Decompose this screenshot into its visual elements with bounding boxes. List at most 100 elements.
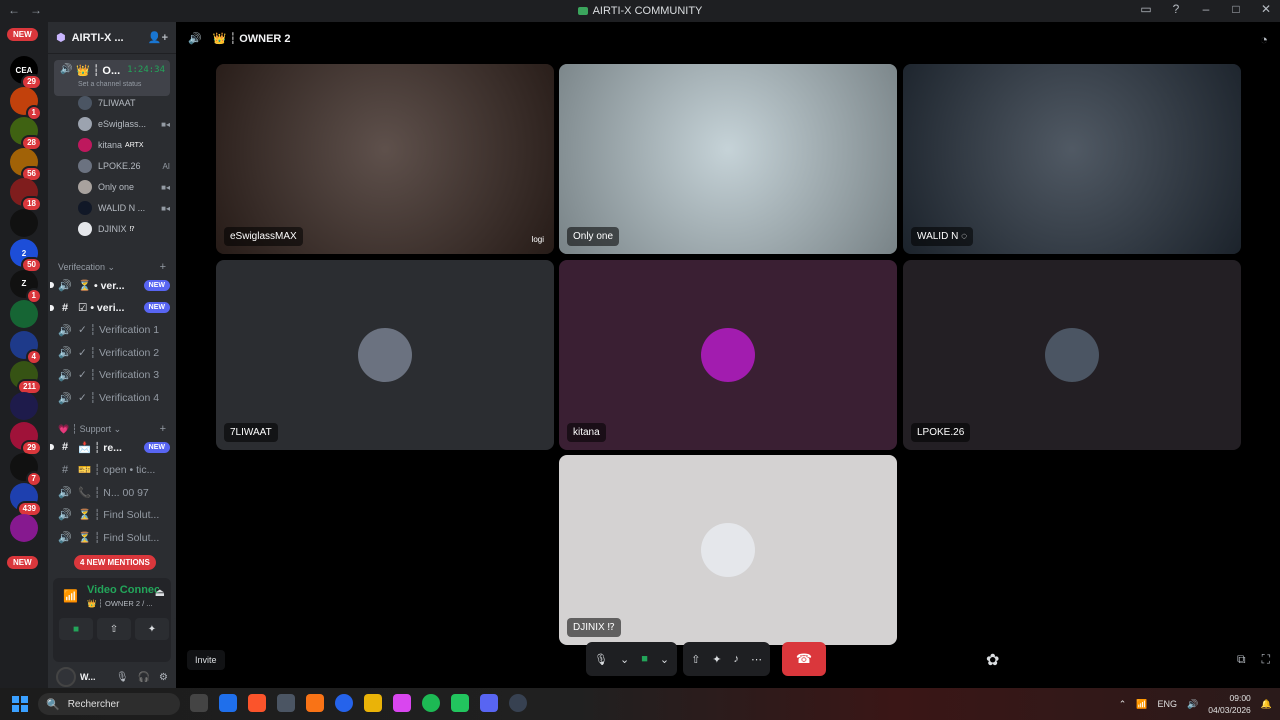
wifi-icon[interactable]: 📶	[1136, 699, 1147, 710]
participant-tile[interactable]: DJINIX ⁉	[559, 455, 897, 645]
channel-status[interactable]: Set a channel status	[78, 81, 141, 88]
server-icon[interactable]	[10, 513, 38, 542]
instagram-icon[interactable]	[393, 694, 411, 712]
close-icon[interactable]: ✕	[1258, 2, 1274, 16]
add-member-icon[interactable]: 👤+	[148, 31, 168, 44]
screen-share-icon[interactable]: ⇧	[97, 618, 131, 640]
server-icon[interactable]	[10, 391, 38, 420]
voice-member[interactable]: DJINIX ⁉	[78, 220, 170, 238]
vlc-icon[interactable]	[306, 694, 324, 712]
voice-member[interactable]: WALID N ... ■◂	[78, 199, 170, 217]
add-channel-icon[interactable]: +	[160, 423, 166, 435]
channel-item[interactable]: 🔊 📞 ┆ N... 00 97	[58, 482, 170, 502]
participant-tile[interactable]: eSwiglassMAX logi	[216, 64, 554, 254]
participant-tile[interactable]: Only one	[559, 64, 897, 254]
settings-gear-icon[interactable]: ⚙	[159, 672, 168, 683]
file-explorer-icon[interactable]	[364, 694, 382, 712]
headphones-icon[interactable]: 🎧	[138, 672, 150, 683]
participant-tile[interactable]: WALID N ◌	[903, 64, 1241, 254]
channel-item[interactable]: 🔊 ✓ ┆ Verification 4	[58, 388, 170, 408]
chrome-icon[interactable]	[335, 694, 353, 712]
activity-launcher-icon[interactable]: ✿	[986, 650, 999, 670]
server-icon[interactable]: 7	[10, 452, 42, 487]
channel-item[interactable]: # 🎫 ┆ open • tic...	[58, 460, 170, 480]
channel-item[interactable]: 🔊 ⏳ • ver... NEW	[50, 275, 170, 295]
mic-options-chevron-icon[interactable]: ⌄	[620, 653, 629, 666]
camera-options-chevron-icon[interactable]: ⌄	[660, 653, 669, 666]
voice-member[interactable]: kitana ARTX	[78, 136, 170, 154]
security-app-icon[interactable]	[219, 694, 237, 712]
hang-up-button[interactable]: ☎	[782, 642, 826, 676]
volume-icon[interactable]: 🔊	[1187, 699, 1198, 710]
server-icon[interactable]: 56	[10, 147, 42, 182]
brave-browser-icon[interactable]	[248, 694, 266, 712]
more-options-icon[interactable]: ⋯	[751, 653, 762, 666]
steam-icon[interactable]	[509, 694, 527, 712]
channel-item[interactable]: 🔊 ✓ ┆ Verification 3	[58, 365, 170, 385]
activities-icon[interactable]: ✦	[135, 618, 169, 640]
voice-channel-link[interactable]: 👑 ┆ OWNER 2 / ...	[87, 599, 153, 608]
task-view-icon[interactable]	[190, 694, 208, 712]
minimize-icon[interactable]: –	[1198, 2, 1214, 16]
channel-item[interactable]: 🔊 ⏳ ┆ Find Solut...	[58, 505, 170, 525]
server-icon[interactable]: 1	[10, 86, 42, 121]
server-header[interactable]: ⬢ AIRTI-X ... 👤+	[48, 22, 176, 54]
fullscreen-icon[interactable]: ⛶	[1262, 652, 1270, 667]
category-verification[interactable]: Verifecation ⌄ +	[58, 261, 166, 273]
server-icon[interactable]	[10, 300, 38, 328]
channel-item[interactable]: # 📩 ┆ re... NEW	[50, 437, 170, 457]
channel-item[interactable]: 🔊 ✓ ┆ Verification 2	[58, 343, 170, 363]
microphone-icon[interactable]: 🎙	[594, 653, 608, 666]
username[interactable]: W...	[80, 672, 100, 682]
start-button[interactable]	[12, 696, 28, 712]
chevron-up-icon[interactable]: ⌃	[1119, 699, 1127, 710]
server-icon[interactable]: 2 50	[10, 239, 42, 273]
activities-icon[interactable]: ✦	[712, 653, 721, 666]
activity-icon[interactable]: ◔	[1260, 32, 1268, 47]
new-pill-top[interactable]: NEW	[7, 28, 38, 41]
channel-item[interactable]: # ☑ • veri... NEW	[50, 298, 170, 318]
screen-share-icon[interactable]: ⇧	[691, 653, 700, 666]
discord-icon[interactable]	[480, 694, 498, 712]
category-support[interactable]: 💗 ┆ Support ⌄ +	[58, 423, 166, 435]
microphone-icon[interactable]: 🎙	[116, 672, 129, 683]
participant-tile[interactable]: LPOKE.26	[903, 260, 1241, 450]
help-icon[interactable]: ?	[1168, 2, 1184, 16]
server-icon[interactable]: 29	[10, 422, 42, 456]
server-icon[interactable]: 28	[10, 117, 42, 151]
new-mentions-badge[interactable]: 4 NEW MENTIONS	[74, 555, 156, 570]
notifications-icon[interactable]: 🔔	[1261, 699, 1272, 710]
camera-icon[interactable]: ■	[641, 653, 648, 665]
active-voice-channel[interactable]: 🔊 👑 ┆ O... 1:24:34 Set a channel status	[54, 60, 170, 96]
voice-member[interactable]: eSwiglass... ■◂	[78, 115, 170, 133]
participant-tile[interactable]: 7LIWAAT	[216, 260, 554, 450]
channel-item[interactable]: 🔊 ⏳ ┆ Find Solut...	[58, 527, 170, 547]
server-icon[interactable]: 18	[10, 178, 42, 212]
camera-icon[interactable]: ■	[59, 618, 93, 640]
voice-member[interactable]: Only one ■◂	[78, 178, 170, 196]
signal-icon[interactable]: 📶	[63, 589, 78, 603]
server-icon[interactable]: 211	[10, 361, 42, 395]
new-pill-bottom[interactable]: NEW	[7, 556, 38, 569]
maximize-icon[interactable]: □	[1228, 2, 1244, 16]
disconnect-icon[interactable]: ⏏	[155, 586, 165, 599]
inbox-icon[interactable]: ▭	[1138, 2, 1154, 16]
server-icon[interactable]	[10, 208, 38, 237]
spotify-icon[interactable]	[422, 694, 440, 712]
participant-tile[interactable]: kitana	[559, 260, 897, 450]
invite-button[interactable]: Invite	[187, 650, 225, 670]
store-icon[interactable]	[277, 694, 295, 712]
taskbar-search[interactable]: 🔍 Rechercher	[38, 693, 180, 715]
channel-item[interactable]: 🔊 ✓ ┆ Verification 1	[58, 320, 170, 340]
add-channel-icon[interactable]: +	[160, 261, 166, 273]
voice-member[interactable]: 7LIWAAT	[78, 94, 170, 112]
server-icon[interactable]: 4	[10, 330, 42, 365]
game-app-icon[interactable]	[451, 694, 469, 712]
voice-member[interactable]: LPOKE.26 AI	[78, 157, 170, 175]
language-indicator[interactable]: ENG	[1158, 699, 1178, 709]
clock[interactable]: 09:00 04/03/2026	[1208, 692, 1251, 716]
server-icon[interactable]: 439	[10, 483, 42, 517]
soundboard-icon[interactable]: ♪	[734, 653, 740, 665]
popout-icon[interactable]: ⧉	[1237, 652, 1246, 667]
voice-status[interactable]: Video Connected	[87, 584, 159, 596]
